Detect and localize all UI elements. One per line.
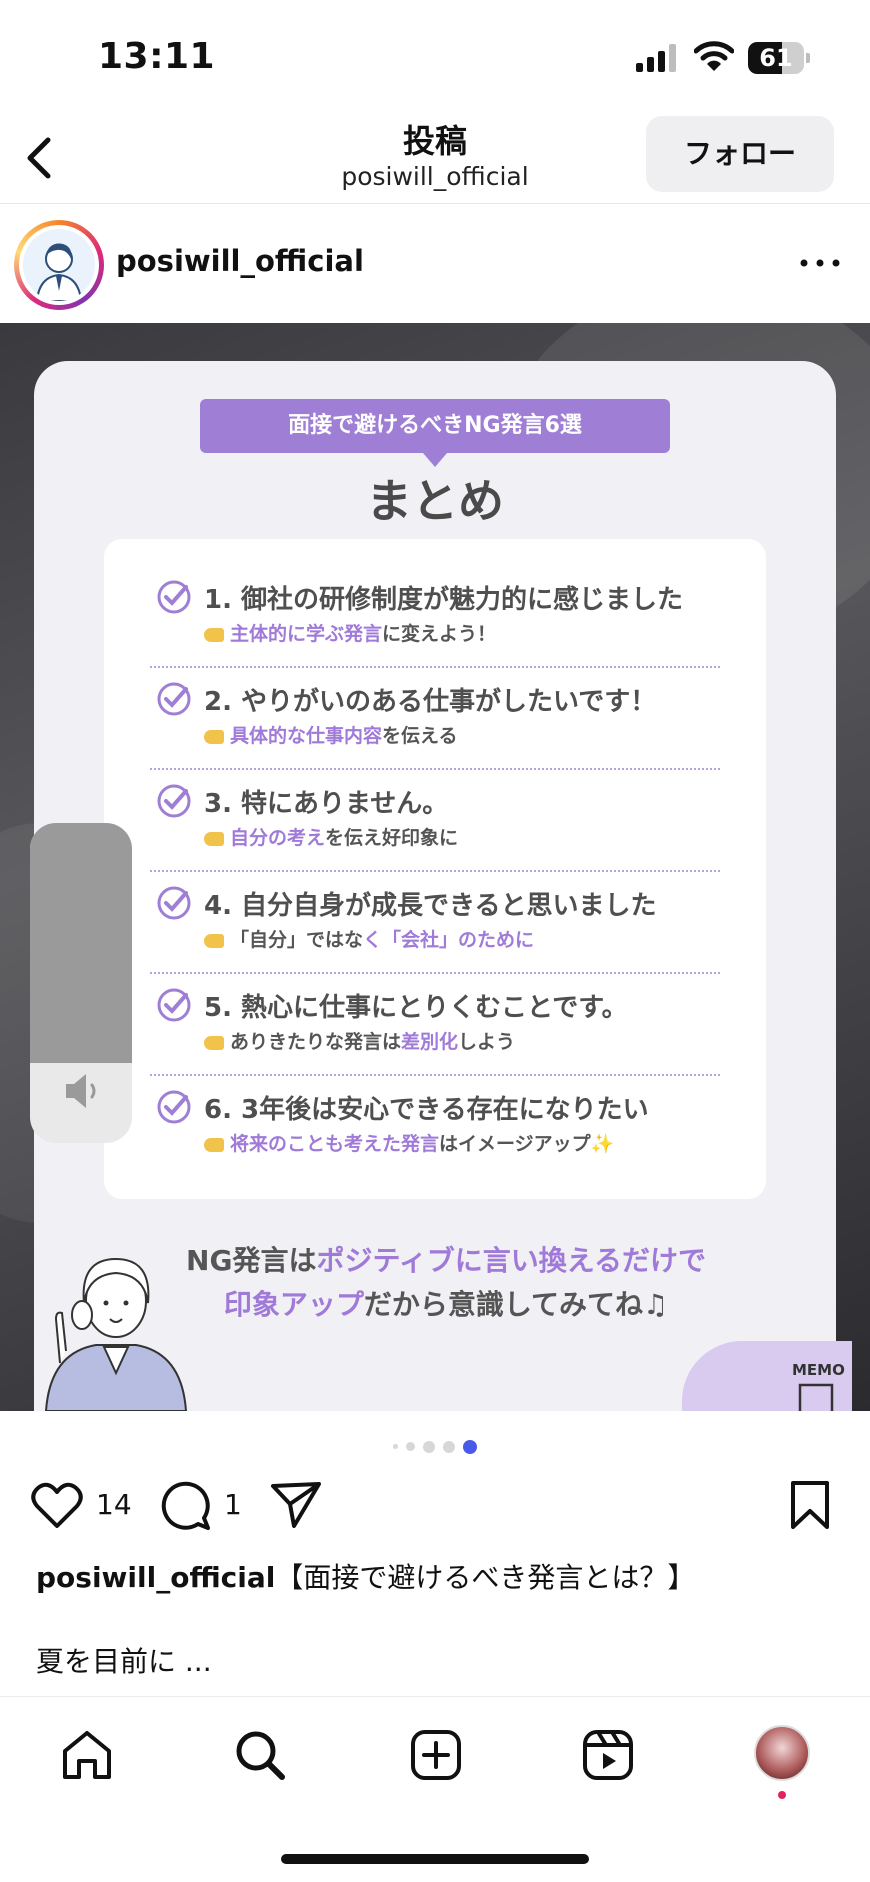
caption-text: 【面接で避けるべき発言とは？】 bbox=[275, 1561, 696, 1594]
avatar[interactable] bbox=[14, 220, 104, 310]
memo-tab: MEMO bbox=[682, 1341, 852, 1411]
save-icon[interactable] bbox=[790, 1480, 830, 1530]
list-item: 3. 特にありません。 自分の考えを伝え好印象に bbox=[104, 743, 766, 849]
profile-avatar[interactable] bbox=[754, 1725, 810, 1781]
list-item-title: 5. 熱心に仕事にとりくむことです。 bbox=[204, 993, 628, 1023]
check-icon bbox=[157, 886, 191, 920]
carousel-dot bbox=[443, 1440, 455, 1453]
more-options-icon[interactable] bbox=[796, 248, 844, 278]
carousel-dot bbox=[393, 1444, 398, 1449]
carousel-dot bbox=[463, 1439, 477, 1454]
post-actions: 14 1 bbox=[0, 1470, 870, 1540]
volume-hud[interactable] bbox=[30, 823, 132, 1143]
check-icon bbox=[157, 1090, 191, 1124]
list-item: 2. やりがいのある仕事がしたいです！ 具体的な仕事内容を伝える bbox=[104, 641, 766, 747]
bookmark-icon bbox=[798, 1383, 834, 1411]
carousel-indicator bbox=[0, 1436, 870, 1454]
comment-icon[interactable] bbox=[160, 1480, 212, 1532]
post-image[interactable]: 面接で避けるべきNG発言6選 まとめ 1. 御社の研修制度が魅力的に感じました … bbox=[0, 323, 870, 1411]
author-username[interactable]: posiwill_official bbox=[116, 244, 364, 278]
list-item-title: 3. 特にありません。 bbox=[204, 789, 449, 819]
search-icon[interactable] bbox=[232, 1727, 288, 1783]
slide-bottom-message: NG発言はポジティブに言い換えるだけで 印象アップだから意識してみてね♫ bbox=[186, 1244, 706, 1321]
wifi-icon bbox=[694, 41, 734, 71]
list-item: 5. 熱心に仕事にとりくむことです。 ありきたりな発言は差別化しよう bbox=[104, 947, 766, 1053]
list-item-tip: 将来のことも考えた発言はイメージアップ✨ bbox=[204, 1129, 614, 1156]
notification-dot bbox=[778, 1791, 786, 1799]
list-item-title: 4. 自分自身が成長できると思いました bbox=[204, 891, 657, 921]
status-bar: 13:11 61 bbox=[0, 0, 870, 110]
follow-button[interactable]: フォロー bbox=[646, 116, 834, 192]
volume-level bbox=[30, 823, 132, 1063]
check-icon bbox=[157, 784, 191, 818]
slide-title: まとめ bbox=[366, 474, 504, 528]
caption-username[interactable]: posiwill_official bbox=[36, 1561, 275, 1594]
home-icon[interactable] bbox=[59, 1727, 115, 1783]
list-item-title: 6. 3年後は安心できる存在になりたい bbox=[204, 1095, 649, 1125]
check-icon bbox=[157, 682, 191, 716]
cellular-signal-icon bbox=[636, 44, 676, 72]
avatar-illustration-icon bbox=[35, 243, 83, 301]
carousel-dot bbox=[423, 1440, 435, 1453]
memo-label: MEMO bbox=[792, 1361, 845, 1379]
like-count[interactable]: 14 bbox=[96, 1488, 132, 1521]
reels-icon[interactable] bbox=[580, 1727, 636, 1783]
battery-percent: 61 bbox=[759, 44, 793, 72]
ng-list: 1. 御社の研修制度が魅力的に感じました 主体的に学ぶ発言に変えよう！ 2. や… bbox=[104, 539, 766, 1199]
list-item-title: 2. やりがいのある仕事がしたいです！ bbox=[204, 687, 657, 717]
list-item: 6. 3年後は安心できる存在になりたい 将来のことも考えた発言はイメージアップ✨ bbox=[104, 1049, 766, 1155]
post-caption: posiwill_official【面接で避けるべき発言とは？】 bbox=[36, 1556, 695, 1596]
comment-count[interactable]: 1 bbox=[224, 1488, 242, 1521]
status-time: 13:11 bbox=[98, 36, 216, 77]
post-header: 投稿 posiwill_official フォロー bbox=[0, 110, 870, 204]
list-item: 1. 御社の研修制度が魅力的に感じました 主体的に学ぶ発言に変えよう！ bbox=[104, 539, 766, 645]
check-icon bbox=[157, 988, 191, 1022]
slide-banner: 面接で避けるべきNG発言6選 bbox=[200, 399, 670, 453]
caption-more[interactable]: 夏を目前に ... bbox=[36, 1640, 212, 1680]
home-indicator bbox=[281, 1854, 589, 1864]
list-item-title: 1. 御社の研修制度が魅力的に感じました bbox=[204, 585, 684, 615]
post-author-row: posiwill_official bbox=[0, 204, 870, 322]
carousel-dot bbox=[406, 1442, 415, 1451]
check-icon bbox=[157, 580, 191, 614]
speaker-icon bbox=[66, 1074, 96, 1108]
create-post-icon[interactable] bbox=[408, 1727, 464, 1783]
like-icon[interactable] bbox=[30, 1480, 84, 1530]
battery-indicator: 61 bbox=[748, 42, 810, 74]
list-item: 4. 自分自身が成長できると思いました 「自分」ではなく「会社」のために bbox=[104, 845, 766, 951]
share-icon[interactable] bbox=[270, 1480, 322, 1530]
slide-card: 面接で避けるべきNG発言6選 まとめ 1. 御社の研修制度が魅力的に感じました … bbox=[34, 361, 852, 1411]
